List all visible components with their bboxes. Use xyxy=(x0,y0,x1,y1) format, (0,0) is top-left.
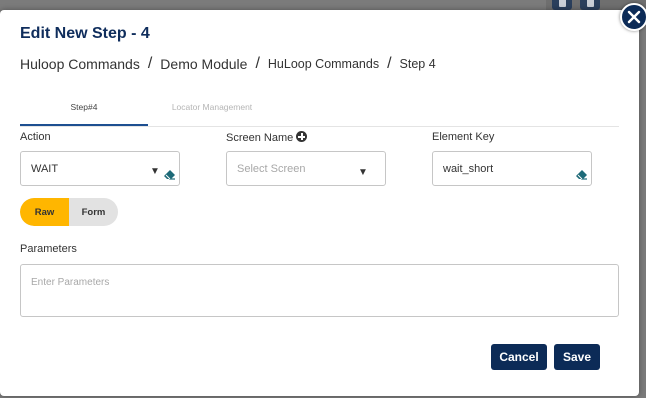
screen-name-placeholder: Select Screen xyxy=(237,162,306,175)
action-label: Action xyxy=(20,131,51,143)
breadcrumb-item[interactable]: HuLoop Commands xyxy=(268,57,379,71)
save-button[interactable]: Save xyxy=(554,344,600,370)
edit-step-modal: Edit New Step - 4 Huloop Commands / Demo… xyxy=(0,10,639,396)
breadcrumb-item[interactable]: Huloop Commands xyxy=(20,56,140,72)
tab-bar: Step#4 Locator Management xyxy=(20,90,619,127)
parameters-placeholder: Enter Parameters xyxy=(31,277,110,288)
element-key-field[interactable]: wait_short xyxy=(432,151,592,186)
breadcrumb-item[interactable]: Demo Module xyxy=(160,56,247,72)
parameters-label: Parameters xyxy=(20,243,77,255)
screen-name-label-text: Screen Name xyxy=(226,132,294,144)
element-key-value: wait_short xyxy=(443,162,494,175)
close-icon xyxy=(627,10,641,24)
screen-name-label: Screen Name xyxy=(226,131,308,144)
background-delete-icon xyxy=(580,0,600,10)
breadcrumb-separator: / xyxy=(387,55,392,72)
modal-title: Edit New Step - 4 xyxy=(20,25,150,42)
action-value: WAIT xyxy=(31,162,59,175)
breadcrumb-separator: / xyxy=(147,55,153,72)
background-tool-icon xyxy=(552,0,572,10)
element-key-label: Element Key xyxy=(432,131,495,143)
toggle-raw[interactable]: Raw xyxy=(20,198,69,226)
breadcrumb-current: Step 4 xyxy=(399,57,436,71)
raw-form-toggle: Raw Form xyxy=(20,198,118,226)
cancel-button[interactable]: Cancel xyxy=(491,344,547,370)
plus-circle-icon[interactable] xyxy=(296,131,308,142)
close-button[interactable] xyxy=(620,3,646,31)
breadcrumb-separator: / xyxy=(255,55,260,72)
eraser-icon[interactable] xyxy=(575,168,588,180)
tab-locator-management[interactable]: Locator Management xyxy=(148,90,276,124)
toggle-form[interactable]: Form xyxy=(69,198,118,226)
chevron-down-icon: ▼ xyxy=(358,167,368,178)
eraser-icon[interactable] xyxy=(163,168,176,180)
tab-step[interactable]: Step#4 xyxy=(20,90,148,126)
chevron-down-icon: ▼ xyxy=(150,166,160,177)
parameters-textarea[interactable]: Enter Parameters xyxy=(20,264,619,317)
breadcrumb: Huloop Commands / Demo Module / HuLoop C… xyxy=(20,55,436,73)
